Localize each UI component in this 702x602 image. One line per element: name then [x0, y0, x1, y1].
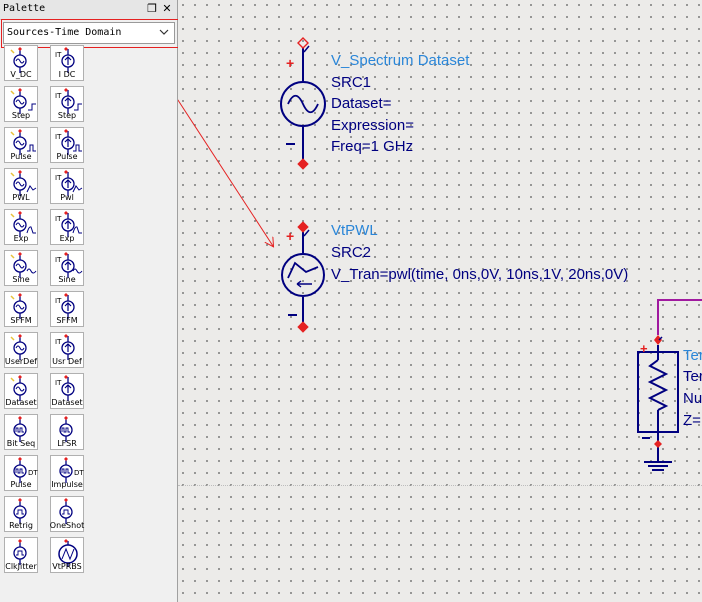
palette-item-bit-seq[interactable]: Bit Seq [4, 414, 38, 450]
category-dropdown[interactable]: Sources-Time Domain [3, 22, 175, 44]
palette-item-pwl[interactable]: IT Pwl [50, 168, 84, 204]
chevron-down-icon [159, 29, 169, 35]
palette-item-retrig[interactable]: Retrig [4, 496, 38, 532]
component-src1[interactable]: + [280, 37, 326, 170]
palette-item-label: Step [57, 111, 77, 120]
palette-item-label: PWL [12, 193, 30, 202]
src1-param-expression: Expression= [331, 117, 414, 134]
palette-title-bar: Palette ❐ ✕ [0, 0, 177, 20]
wire [657, 299, 702, 335]
palette-item-lfsr[interactable]: LFSR [50, 414, 84, 450]
palette-item-label: LFSR [57, 439, 77, 448]
schematic-drawing: + + + [178, 37, 702, 471]
svg-text:+: + [640, 341, 648, 356]
palette-item-label: Pwl [60, 193, 74, 202]
svg-text:IT: IT [55, 215, 62, 223]
svg-text:IT: IT [55, 297, 62, 305]
close-icon[interactable]: ✕ [161, 3, 173, 15]
palette-item-label: ClkJitter [5, 562, 37, 571]
palette-item-sine[interactable]: IT Sine [50, 250, 84, 286]
src2-id: SRC2 [331, 244, 372, 261]
src1-param-dataset: Dataset= [331, 95, 392, 112]
palette-item-dataset[interactable]: Dataset [4, 373, 38, 409]
svg-text:IT: IT [55, 338, 62, 346]
schematic-canvas[interactable]: + + + V_Spectrum Dataset SRC1 Dataset= E… [178, 0, 702, 602]
palette-item-pulse[interactable]: IT Pulse [50, 127, 84, 163]
palette-item-exp[interactable]: Exp [4, 209, 38, 245]
palette-item-usr-def[interactable]: IT Usr Def [50, 332, 84, 368]
svg-text:IT: IT [55, 51, 62, 59]
float-panel-icon[interactable]: ❐ [146, 3, 158, 15]
palette-item-label: Pulse [10, 480, 32, 489]
palette-item-vtprbs[interactable]: VtPRBS [50, 537, 84, 573]
svg-text:IT: IT [55, 174, 62, 182]
svg-text:IT: IT [55, 256, 62, 264]
palette-item-label: Sine [58, 275, 76, 284]
palette-item-label: Retrig [9, 521, 33, 530]
term-param-z: Z= [683, 412, 701, 429]
palette-item-i-dc[interactable]: IT I DC [50, 45, 84, 81]
palette-item-label: VtPRBS [52, 562, 82, 571]
palette-item-oneshot[interactable]: OneShot [50, 496, 84, 532]
palette-item-label: Step [11, 111, 31, 120]
palette-item-label: Sine [12, 275, 30, 284]
palette-item-sine[interactable]: Sine [4, 250, 38, 286]
svg-text:+: + [286, 228, 294, 244]
palette-item-dataset[interactable]: IT Dataset [50, 373, 84, 409]
palette-item-label: Exp [13, 234, 29, 243]
palette-item-sffm[interactable]: IT SFFM [50, 291, 84, 327]
palette-item-pulse[interactable]: Pulse [4, 127, 38, 163]
palette-item-label: SFFM [10, 316, 32, 325]
category-dropdown-value: Sources-Time Domain [7, 27, 122, 38]
palette-item-label: SFFM [56, 316, 78, 325]
palette-item-label: I DC [58, 70, 76, 79]
component-src2[interactable]: + [281, 221, 325, 333]
component-term[interactable]: + [637, 335, 679, 471]
palette-item-v-dc[interactable]: V_DC [4, 45, 38, 81]
term-name: Ter [683, 347, 702, 364]
src1-param-freq: Freq=1 GHz [331, 138, 414, 155]
svg-text:IT: IT [55, 92, 62, 100]
src1-id: SRC1 [331, 74, 372, 91]
term-param-num: Nu [683, 390, 702, 407]
palette-item-clkjitter[interactable]: ClkJitter [4, 537, 38, 573]
palette-item-label: Pulse [10, 152, 32, 161]
palette-item-label: Dataset [51, 398, 83, 407]
palette-item-label: Exp [59, 234, 75, 243]
palette-item-pulse[interactable]: DT Pulse [4, 455, 38, 491]
svg-text:DT: DT [74, 469, 84, 477]
palette-item-label: V_DC [10, 70, 32, 79]
palette-item-label: Impulse [51, 480, 83, 489]
palette-item-label: UserDef [4, 357, 38, 366]
palette-item-step[interactable]: Step [4, 86, 38, 122]
palette-item-exp[interactable]: IT Exp [50, 209, 84, 245]
palette-item-label: Pulse [56, 152, 78, 161]
src2-param-vtran: V_Tran=pwl(time, 0ns,0V, 10ns,1V, 20ns,0… [331, 266, 629, 283]
svg-text:IT: IT [55, 133, 62, 141]
palette-item-pwl[interactable]: PWL [4, 168, 38, 204]
palette-item-userdef[interactable]: UserDef [4, 332, 38, 368]
palette-item-impulse[interactable]: DT Impulse [50, 455, 84, 491]
svg-text:IT: IT [55, 379, 62, 387]
src2-name: VtPWL [331, 222, 378, 239]
palette-item-step[interactable]: IT Step [50, 86, 84, 122]
palette-item-label: Usr Def [52, 357, 82, 366]
svg-text:+: + [286, 55, 294, 71]
palette-panel: Palette ❐ ✕ Sources-Time Domain V_DC IT I … [0, 0, 179, 602]
svg-text:DT: DT [28, 469, 38, 477]
palette-title: Palette [3, 3, 46, 14]
src1-name: V_Spectrum Dataset [331, 52, 470, 69]
palette-item-label: OneShot [49, 521, 85, 530]
annotation-arrow [178, 99, 273, 246]
term-id: Ter [683, 368, 702, 385]
palette-item-label: Dataset [5, 398, 37, 407]
palette-item-sffm[interactable]: SFFM [4, 291, 38, 327]
palette-item-label: Bit Seq [6, 439, 36, 448]
